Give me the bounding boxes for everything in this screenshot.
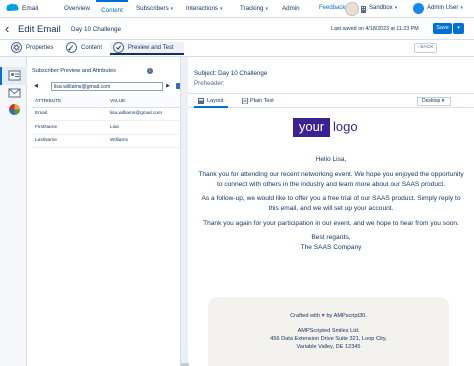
nav-tab-label: Tracking <box>240 5 264 12</box>
save-options-dropdown[interactable]: ▾ <box>453 23 464 34</box>
company-name: AMPScripted Smiles Ltd. <box>297 328 360 334</box>
nav-tab-label: Interactions <box>186 5 218 12</box>
paintbrush-icon <box>66 42 77 53</box>
nav-tab-label: Subscribers <box>136 5 169 12</box>
chevron-down-icon: ▾ <box>460 5 463 11</box>
nav-tab-tracking[interactable]: Tracking ▾ <box>240 5 268 12</box>
nav-tab-interactions[interactable]: Interactions ▾ <box>186 5 223 12</box>
chevron-down-icon: ▾ <box>220 6 223 12</box>
chevron-down-icon: ▾ <box>170 6 174 12</box>
last-saved-status: Last saved on 4/18/2023 at 11:23 PM <box>331 26 419 32</box>
email-subject: Subject: Day 10 Challenge <box>194 70 268 77</box>
table-row: FirstName Lisa <box>32 120 182 135</box>
page-title: Edit Email <box>18 24 61 35</box>
color-wheel-icon[interactable] <box>8 103 21 116</box>
attribute-cell: FirstName <box>32 120 107 135</box>
chevron-down-icon: ▾ <box>394 5 398 11</box>
email-envelope-icon[interactable] <box>8 86 21 99</box>
attribute-cell: Email <box>32 107 107 121</box>
attribute-cell: LastName <box>32 134 107 148</box>
step-properties[interactable]: Properties <box>11 42 59 55</box>
back-arrow-icon[interactable]: ‹ <box>5 21 9 36</box>
column-header-attribute: ATTRIBUTE <box>32 96 107 108</box>
email-preview-pane: Subject: Day 10 Challenge Preheader: Lay… <box>188 57 474 366</box>
nav-tab-overview[interactable]: Overview <box>64 5 90 12</box>
street-address: 456 Data Extension Drive Suite 321, Loop… <box>270 336 387 342</box>
table-row: LastName Williams <box>32 134 182 148</box>
layout-icon <box>198 98 204 104</box>
nav-tab-admin[interactable]: Admin <box>282 5 300 12</box>
logo-word: logo <box>333 119 358 134</box>
subscriber-input[interactable] <box>51 82 163 91</box>
chevron-down-icon: ▾ <box>441 98 445 104</box>
step-preview-and-test[interactable]: Preview and Test <box>110 42 184 55</box>
column-header-value: VALUE <box>107 96 182 108</box>
salesforce-cloud-icon[interactable] <box>6 3 19 12</box>
building-icon <box>361 6 366 13</box>
email-preheader: Preheader: <box>194 80 225 87</box>
heart-icon: ♥ <box>321 313 325 319</box>
info-icon[interactable]: i <box>147 68 153 74</box>
next-subscriber-button[interactable]: ▶ <box>164 82 172 91</box>
chevron-down-icon: ▾ <box>265 6 269 12</box>
logo-box: your <box>293 118 330 137</box>
footer-text: by AMPscript30. <box>326 313 367 319</box>
previous-subscriber-button[interactable]: ◀ <box>32 82 40 91</box>
step-content[interactable]: Content <box>66 42 108 55</box>
value-cell: Lisa <box>107 120 182 135</box>
footer-address: AMPScripted Smiles Ltd. 456 Data Extensi… <box>208 327 449 351</box>
paragraph: Thank you again for your participation i… <box>203 219 459 227</box>
step-bar: Properties Content Preview and Test ‹ BA… <box>0 40 474 57</box>
user-name-label: Admin User <box>427 5 459 11</box>
attributes-table: ATTRIBUTE VALUE Email lisa.williams@gmai… <box>32 96 182 148</box>
tab-label: Plain Text <box>250 98 274 104</box>
title-bar: ‹ Edit Email Day 10 Challenge Last saved… <box>0 18 474 40</box>
subscriber-preview-panel: Subscriber Preview and Attributes i ◀ ▶ … <box>27 57 183 366</box>
signature: The SAAS Company <box>300 244 362 252</box>
device-select[interactable]: Desktop ▾ <box>417 97 451 106</box>
greeting: Hello Lisa, <box>315 156 347 163</box>
user-icon[interactable] <box>413 3 424 14</box>
subscriber-selector: ◀ ▶ <box>32 82 183 91</box>
email-name: Day 10 Challenge <box>71 26 122 33</box>
crafted-line: Crafted with ♥ by AMPscript30. <box>208 312 449 320</box>
avatar[interactable] <box>345 2 359 16</box>
business-unit-switcher[interactable]: Sandbox ▾ <box>369 5 397 11</box>
panel-title: Subscriber Preview and Attributes <box>32 68 116 74</box>
tab-plain-text[interactable]: Plain Text <box>239 94 274 108</box>
document-icon <box>242 98 248 104</box>
checkmark-icon <box>113 42 124 53</box>
email-body: Hello Lisa, Thank you for attending our … <box>198 155 464 258</box>
feedback-link[interactable]: Feedback <box>319 5 345 11</box>
nav-tab-subscribers[interactable]: Subscribers ▾ <box>136 5 173 12</box>
city-line: Variable Valley, DE 12345 <box>296 344 361 350</box>
paragraph: Thank you for attending our recent netwo… <box>198 170 464 188</box>
table-header-row: ATTRIBUTE VALUE <box>32 96 182 108</box>
value-cell: lisa.williams@gmail.com <box>107 107 182 121</box>
save-button[interactable]: Save <box>433 23 452 34</box>
table-row: Email lisa.williams@gmail.com <box>32 107 182 121</box>
app-name[interactable]: Email <box>22 5 38 12</box>
value-cell: Williams <box>107 134 182 148</box>
panel-resize-bar[interactable] <box>180 57 189 366</box>
device-value: Desktop <box>422 98 441 104</box>
email-footer: Crafted with ♥ by AMPscript30. AMPScript… <box>208 297 449 366</box>
nav-tab-content[interactable]: Content <box>96 0 128 17</box>
user-menu[interactable]: Admin User ▾ <box>427 5 463 11</box>
paragraph: As a follow-up, we would like to offer y… <box>201 195 461 213</box>
step-label: Properties <box>26 45 54 51</box>
top-navigation: Email Overview Content Subscribers ▾ Inte… <box>0 0 474 18</box>
tab-layout[interactable]: Layout <box>194 94 228 108</box>
gear-icon <box>11 42 22 53</box>
business-unit-label: Sandbox <box>369 5 393 11</box>
back-button[interactable]: ‹ BACK <box>414 43 437 53</box>
footer-text: Crafted with <box>290 313 320 319</box>
person-card-icon[interactable] <box>8 69 21 82</box>
left-tool-strip <box>0 57 27 366</box>
step-label: Preview and Test <box>128 45 174 51</box>
signoff: Best regards, <box>311 234 351 242</box>
step-label: Content <box>81 45 103 51</box>
view-tabs: Layout Plain Text Desktop ▾ <box>188 93 474 108</box>
tab-label: Layout <box>207 98 224 104</box>
